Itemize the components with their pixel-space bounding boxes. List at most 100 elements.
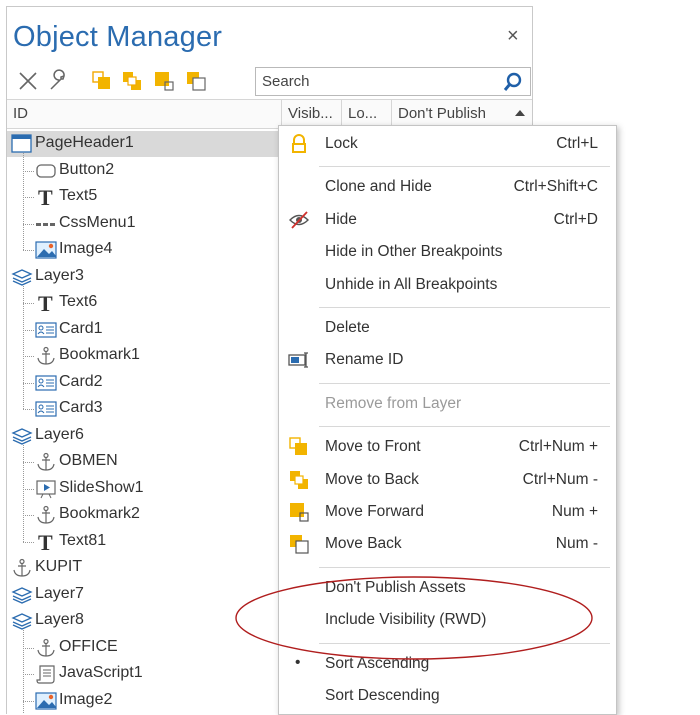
tree-item[interactable]: Layer6 — [7, 423, 277, 449]
move-backward-icon[interactable] — [183, 68, 209, 94]
tree-item[interactable]: Layer7 — [7, 582, 277, 608]
anchor-icon — [11, 558, 33, 578]
menu-item-don-t-publish-assets[interactable]: Don't Publish Assets — [279, 573, 616, 603]
card-icon — [35, 373, 57, 393]
menu-item-move-back[interactable]: Move Back Num - — [279, 529, 616, 559]
tree-item[interactable]: PageHeader1 — [7, 131, 281, 157]
image-icon — [35, 240, 57, 260]
move-forward-icon[interactable] — [151, 68, 177, 94]
tree-item[interactable]: Layer8 — [7, 608, 277, 634]
menu-item-label: Unhide in All Breakpoints — [325, 275, 498, 293]
tree-item[interactable]: OBMEN — [7, 449, 277, 475]
layer-icon — [11, 267, 33, 287]
tree-item[interactable]: Card2 — [7, 370, 277, 396]
column-visibility[interactable]: Visib... — [281, 100, 341, 128]
menu-item-shortcut: Num + — [551, 503, 598, 520]
menu-item-label: Remove from Layer — [325, 394, 462, 412]
tree-item[interactable]: T Text81 — [7, 529, 277, 555]
menu-item-label: Move Forward — [325, 503, 425, 520]
menu-item-delete[interactable]: Delete — [279, 313, 616, 343]
tree-item[interactable]: T Text6 — [7, 290, 277, 316]
move-backward-icon — [288, 533, 310, 555]
tree-item[interactable]: Card1 — [7, 317, 277, 343]
menu-item-move-to-front[interactable]: Move to Front Ctrl+Num + — [279, 432, 616, 462]
tree-item-label: PageHeader1 — [35, 134, 134, 151]
card-icon — [35, 399, 57, 419]
menu-item-shortcut: Ctrl+Shift+C — [513, 178, 598, 196]
menu-item-lock[interactable]: Lock Ctrl+L — [279, 129, 616, 159]
menu-item-remove-from-layer: Remove from Layer — [279, 389, 616, 419]
tree-item[interactable]: SlideShow1 — [7, 476, 277, 502]
tree-item[interactable]: Image2 — [7, 688, 277, 714]
tree-item-label: Bookmark1 — [59, 346, 140, 363]
move-front-icon[interactable] — [89, 68, 115, 94]
tree-item-label: SlideShow1 — [59, 478, 144, 496]
tree-connector — [23, 409, 34, 410]
wrench-icon[interactable] — [45, 68, 71, 94]
hide-icon — [288, 209, 310, 231]
context-menu: Lock Ctrl+L Clone and Hide Ctrl+Shift+C Hide… — [278, 125, 617, 715]
tree-item[interactable]: Image4 — [7, 237, 277, 263]
tree-item-label: Text81 — [59, 531, 107, 549]
move-forward-icon — [288, 501, 310, 523]
menu-separator — [319, 382, 610, 384]
tree-item[interactable]: KUPIT — [7, 555, 277, 581]
tree-connector — [23, 329, 34, 331]
tree-item[interactable]: Layer3 — [7, 264, 277, 290]
tree-item[interactable]: Card3 — [7, 396, 277, 422]
tree-item-label: Card1 — [59, 319, 103, 337]
menu-item-include-visibility-rwd[interactable]: Include Visibility (RWD) — [279, 605, 616, 635]
tree-connector — [23, 488, 34, 490]
tree-item-label: Text6 — [59, 293, 98, 310]
tree-connector — [23, 170, 34, 172]
menu-icon — [35, 214, 57, 234]
tree-item-label: Card3 — [59, 399, 103, 416]
tree-connector — [23, 700, 34, 702]
tree-connector — [23, 647, 34, 649]
image-icon — [35, 691, 57, 711]
menu-item-clone-and-hide[interactable]: Clone and Hide Ctrl+Shift+C — [279, 172, 616, 202]
layer-icon — [11, 426, 33, 446]
menu-item-label: Sort Descending — [325, 687, 440, 704]
tree-item-label: Layer7 — [35, 584, 84, 602]
menu-item-sort-ascending[interactable]: • Sort Ascending — [279, 649, 616, 679]
search-input[interactable]: Search — [255, 67, 531, 96]
menu-separator — [319, 307, 610, 308]
tree-connector — [23, 630, 24, 714]
tree-item[interactable]: T Text5 — [7, 184, 277, 210]
menu-item-label: Sort Ascending — [325, 654, 430, 672]
tree-item-label: Layer3 — [35, 266, 84, 284]
menu-item-hide[interactable]: Hide Ctrl+D — [279, 205, 616, 235]
tree-item[interactable]: Bookmark1 — [7, 343, 277, 369]
menu-item-hide-in-other-breakpoints[interactable]: Hide in Other Breakpoints — [279, 237, 616, 267]
tree-connector — [23, 285, 24, 409]
tree-item[interactable]: OFFICE — [7, 635, 277, 661]
menu-item-sort-descending[interactable]: Sort Descending — [279, 681, 616, 711]
tree-item[interactable]: JavaScript1 — [7, 661, 277, 687]
delete-icon[interactable] — [15, 68, 41, 94]
move-back-icon[interactable] — [119, 68, 145, 94]
column-lock[interactable]: Lo... — [341, 100, 391, 128]
close-icon[interactable]: × — [507, 25, 519, 48]
move-back-icon — [288, 469, 310, 491]
search-icon[interactable] — [502, 71, 524, 93]
toolbar: Search — [7, 63, 532, 99]
tree-connector — [23, 444, 24, 542]
move-front-icon — [288, 436, 310, 458]
menu-item-move-to-back[interactable]: Move to Back Ctrl+Num - — [279, 465, 616, 495]
tree-connector — [23, 382, 34, 384]
tree-item-label: OBMEN — [59, 452, 118, 469]
tree-item[interactable]: Bookmark2 — [7, 502, 277, 528]
tree-connector — [23, 462, 34, 463]
menu-item-label: Hide — [325, 210, 357, 228]
tree-item[interactable]: CssMenu1 — [7, 211, 277, 237]
scroll-up-icon[interactable] — [511, 102, 529, 124]
tree-item[interactable]: Button2 — [7, 158, 277, 184]
tree-item-label: Layer6 — [35, 425, 84, 443]
column-dont-publish[interactable]: Don't Publish — [391, 100, 505, 128]
menu-item-unhide-in-all-breakpoints[interactable]: Unhide in All Breakpoints — [279, 270, 616, 300]
menu-item-move-forward[interactable]: Move Forward Num + — [279, 497, 616, 527]
column-id[interactable]: ID — [7, 100, 281, 128]
menu-item-rename-id[interactable]: Rename ID — [279, 345, 616, 375]
card-icon — [35, 320, 57, 340]
